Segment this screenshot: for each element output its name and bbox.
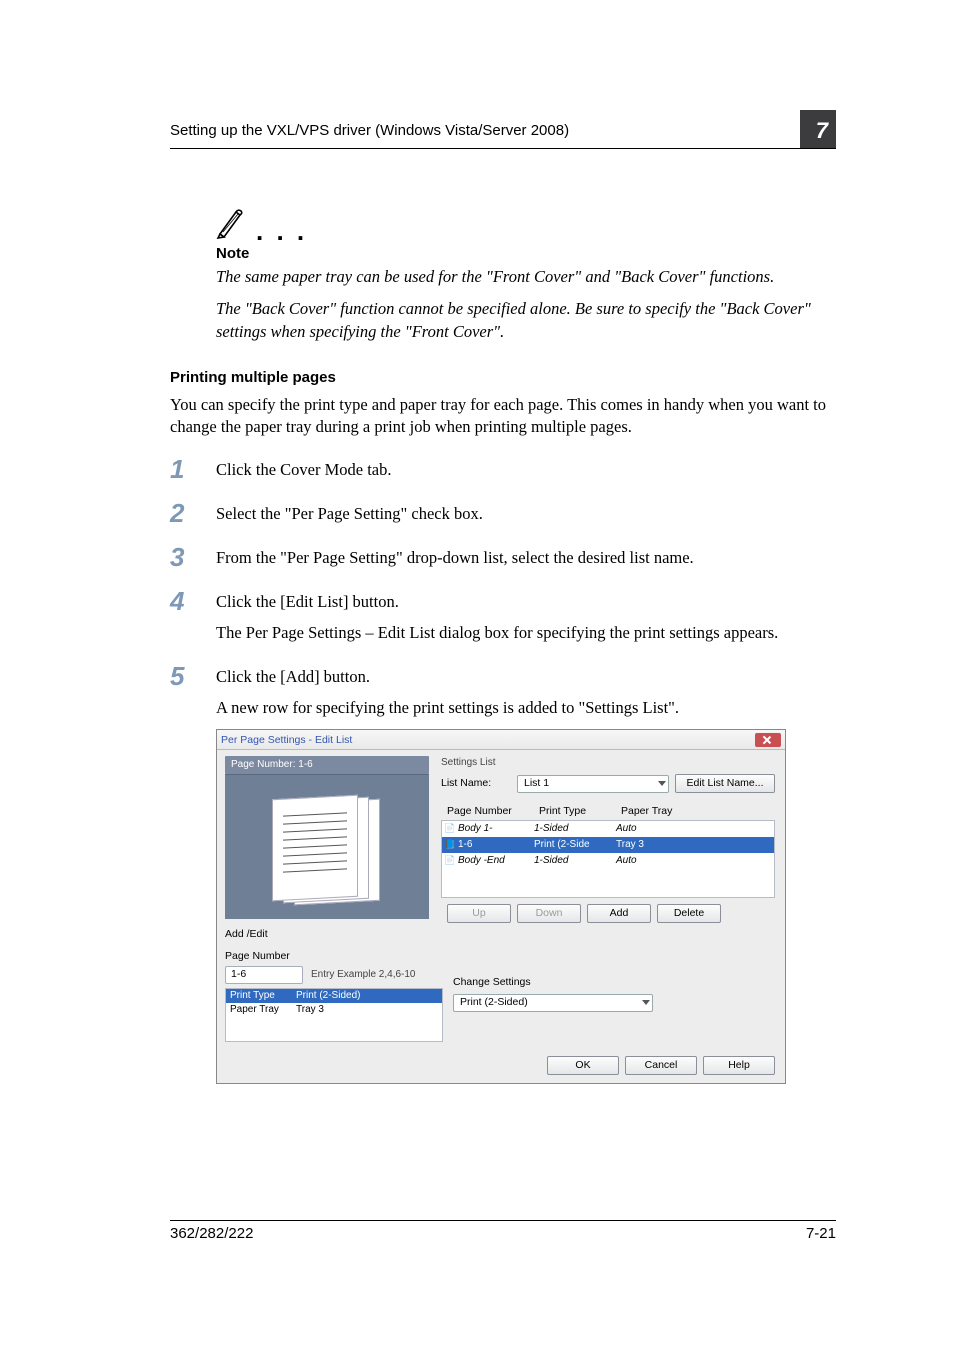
section-body: You can specify the print type and paper… [170,394,836,439]
note-icon [216,207,246,239]
chevron-down-icon [642,1000,650,1005]
settings-list-header: Page Number Print Type Paper Tray [441,803,775,819]
change-settings-label: Change Settings [443,975,777,989]
step-2-text: Select the "Per Page Setting" check box. [216,500,483,526]
page-icon: 📄 [442,822,458,834]
chevron-down-icon [658,781,666,786]
property-row[interactable]: Print Type Print (2-Sided) [226,989,442,1003]
step-1-number: 1 [170,456,216,482]
property-list[interactable]: Print Type Print (2-Sided) Paper Tray Tr… [225,988,443,1042]
preview-page-number: Page Number: 1-6 [225,756,429,774]
step-3-text: From the "Per Page Setting" drop-down li… [216,544,694,570]
add-edit-label: Add /Edit [217,923,785,941]
step-2-number: 2 [170,500,216,526]
list-name-value: List 1 [524,776,549,790]
page-number-input[interactable]: 1-6 [225,966,303,984]
footer-rule [170,1220,836,1221]
list-name-label: List Name: [441,776,517,790]
footer-right: 7-21 [806,1225,836,1242]
step-1-text: Click the Cover Mode tab. [216,456,392,482]
header-rule [170,148,836,149]
dialog-title: Per Page Settings - Edit List [221,733,352,747]
footer-left: 362/282/222 [170,1225,253,1242]
property-row[interactable]: Paper Tray Tray 3 [226,1003,442,1017]
entry-example: Entry Example 2,4,6-10 [311,968,416,982]
close-icon[interactable] [755,733,781,747]
note-paragraph-2: The "Back Cover" function cannot be spec… [216,298,836,343]
page-range-icon: 📘 [442,838,458,850]
col-print-type: Print Type [533,803,615,819]
list-row[interactable]: 📄 Body -End 1-Sided Auto [442,853,774,869]
note-label: Note [216,245,836,262]
change-settings-value: Print (2-Sided) [460,995,528,1009]
preview-pane [225,774,429,918]
edit-list-name-button[interactable]: Edit List Name... [675,774,775,793]
list-row[interactable]: 📄 Body 1- 1-Sided Auto [442,821,774,837]
page-icon: 📄 [442,854,458,866]
page-number-label: Page Number [225,949,443,963]
up-button[interactable]: Up [447,904,511,923]
step-3-number: 3 [170,544,216,570]
settings-list[interactable]: 📄 Body 1- 1-Sided Auto 📘 1-6 Print (2-Si [441,820,775,898]
step-5-number: 5 [170,663,216,1084]
down-button[interactable]: Down [517,904,581,923]
step-4-text: Click the [Edit List] button. [216,591,778,614]
dialog-titlebar[interactable]: Per Page Settings - Edit List [217,730,785,750]
step-4-number: 4 [170,588,216,645]
section-heading: Printing multiple pages [170,369,836,386]
add-button[interactable]: Add [587,904,651,923]
list-row[interactable]: 📘 1-6 Print (2-Side Tray 3 [442,837,774,853]
col-page-number: Page Number [441,803,533,819]
cancel-button[interactable]: Cancel [625,1056,697,1075]
header-section: Setting up the VXL/VPS driver (Windows V… [170,122,569,139]
help-button[interactable]: Help [703,1056,775,1075]
step-4-subtext: The Per Page Settings – Edit List dialog… [216,622,778,645]
settings-list-label: Settings List [435,756,775,770]
note-paragraph-1: The same paper tray can be used for the … [216,266,836,288]
list-name-dropdown[interactable]: List 1 [517,775,669,793]
chapter-number: 7 [816,118,828,144]
per-page-settings-dialog: Per Page Settings - Edit List Page Numbe… [216,729,786,1083]
step-5-text: Click the [Add] button. [216,666,786,689]
note-ellipsis: . . . [256,216,307,246]
change-settings-dropdown[interactable]: Print (2-Sided) [453,994,653,1012]
delete-button[interactable]: Delete [657,904,721,923]
step-5-subtext: A new row for specifying the print setti… [216,697,786,720]
chapter-box: 7 [800,110,836,148]
ok-button[interactable]: OK [547,1056,619,1075]
col-paper-tray: Paper Tray [615,803,775,819]
